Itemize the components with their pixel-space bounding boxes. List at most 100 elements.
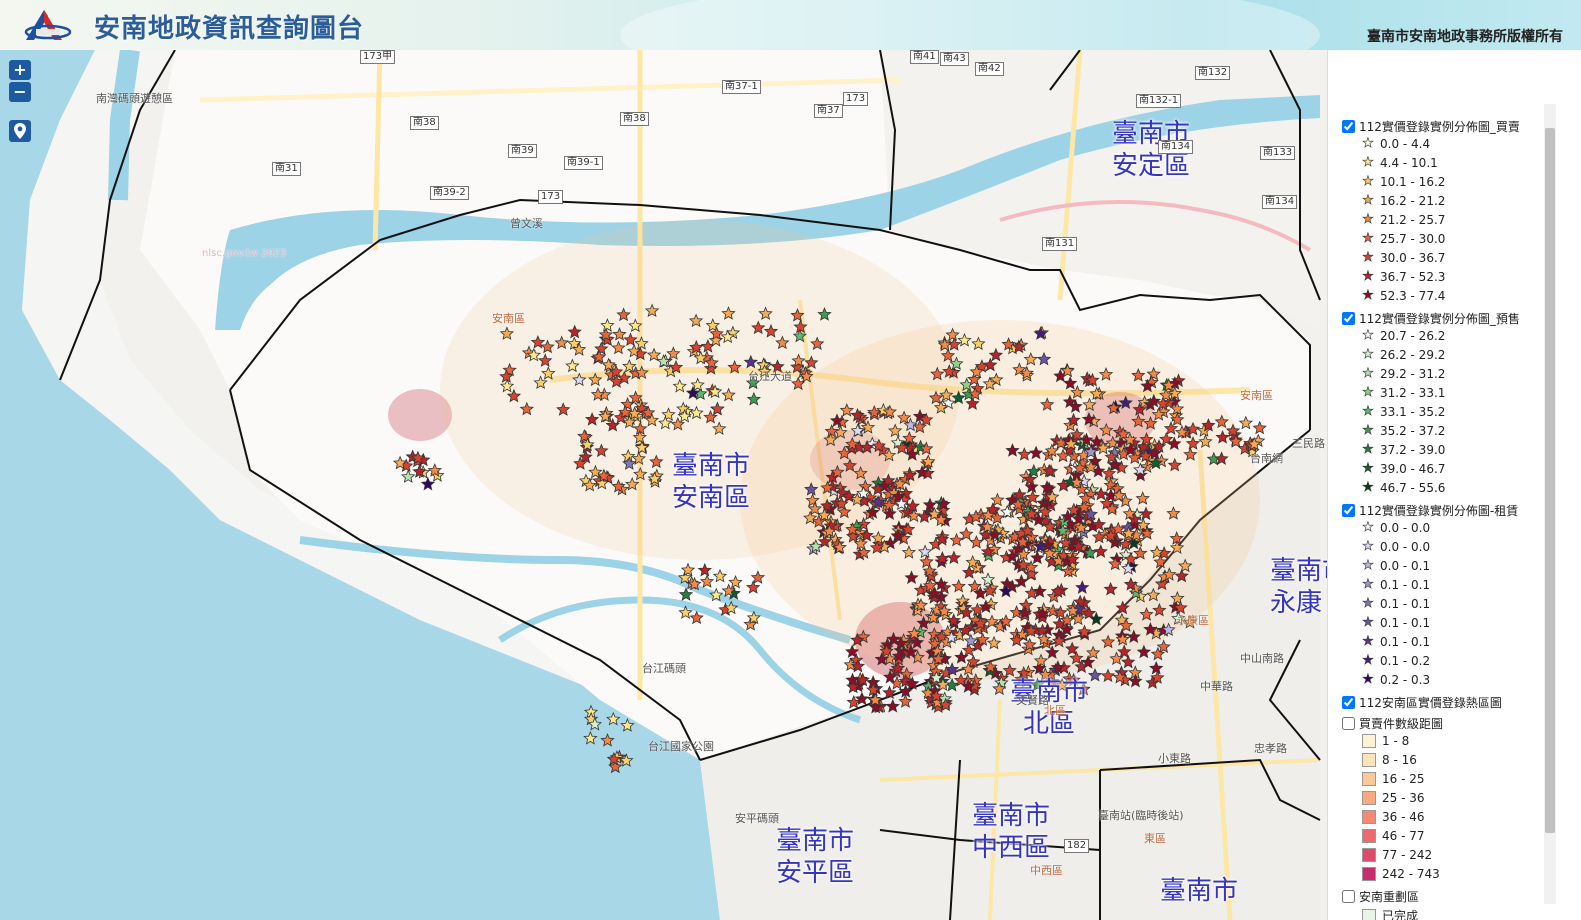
place-label: 臺南站(臨時後站) [1098,809,1184,822]
star-icon: ★ [1362,539,1374,554]
color-swatch [1362,810,1376,824]
star-icon: ★ [1362,634,1374,649]
legend-item-label: 29.2 - 31.2 [1380,367,1446,381]
layer-checkbox[interactable] [1342,504,1355,517]
star-icon: ★ [1362,269,1374,284]
layer-checkbox[interactable] [1342,696,1355,709]
road-label: 173 [538,190,564,204]
color-swatch [1362,753,1376,767]
layer-checkbox[interactable] [1342,890,1355,903]
star-icon: ★ [1362,366,1374,381]
star-icon: ★ [1362,193,1374,208]
road-label: 南39 [508,144,537,158]
layer-title: 112實價登錄實例分佈圖_買賣 [1359,120,1520,134]
place-label: 安南區 [492,312,525,325]
place-label: 文賢路 [1016,694,1049,707]
place-label: 南灣碼頭遊憩區 [96,92,173,105]
legend-item-label: 33.1 - 35.2 [1380,405,1446,419]
star-icon: ★ [1362,404,1374,419]
legend-item-label: 36 - 46 [1382,810,1425,824]
road-label: 南132-1 [1136,94,1182,108]
star-icon: ★ [1362,558,1374,573]
legend-item: ★ 20.7 - 26.2 [1362,329,1446,343]
legend-item-label: 39.0 - 46.7 [1380,462,1446,476]
legend-item: 已完成 [1362,907,1418,920]
district-label-anping: 臺南市 安平區 [776,826,855,888]
legend-item: ★ 0.0 - 0.0 [1362,521,1430,535]
road-label: 南38 [410,116,439,130]
legend-item: ★ 46.7 - 55.6 [1362,481,1446,495]
legend-item: 1 - 8 [1362,734,1409,748]
star-icon: ★ [1362,288,1374,303]
road-label: 南134 [1158,140,1194,154]
legend-layer-toggle[interactable]: 112安南區實價登錄熱區圖 [1342,694,1502,711]
legend-item: ★ 39.0 - 46.7 [1362,462,1446,476]
layer-title: 112安南區實價登錄熱區圖 [1359,696,1502,710]
layer-checkbox[interactable] [1342,120,1355,133]
layer-checkbox[interactable] [1342,312,1355,325]
legend-item: ★ 0.2 - 0.3 [1362,673,1430,687]
legend-item-label: 0.1 - 0.1 [1380,578,1431,592]
place-label: 小東路 [1158,752,1191,765]
land-office-logo-icon [24,10,72,40]
zoom-out-button[interactable]: − [9,82,31,102]
legend-item: ★ 16.2 - 21.2 [1362,193,1446,208]
legend-item-label: 26.2 - 29.2 [1380,348,1446,362]
place-label: 東區 [1144,832,1166,845]
legend-item-label: 0.2 - 0.3 [1380,673,1431,687]
legend-item-label: 16 - 25 [1382,772,1425,786]
color-swatch [1362,867,1376,881]
copyright-text: 臺南市安南地政事務所版權所有 [1367,29,1563,45]
road-label: 南131 [1042,237,1078,251]
place-label: 忠孝路 [1254,742,1287,755]
color-swatch [1362,908,1376,920]
road-label: 南39-2 [430,186,469,200]
legend-item-label: 10.1 - 16.2 [1380,175,1446,189]
legend-layer-toggle[interactable]: 112實價登錄實例分佈圖_預售 [1342,310,1520,327]
road-label: 南38 [620,112,649,126]
legend-panel: 112實價登錄實例分佈圖_買賣 ★ 0.0 - 4.4 ★ 4.4 - 10.1 ★ 10.… [1327,50,1581,920]
legend-item-label: 37.2 - 39.0 [1380,443,1446,457]
layer-checkbox[interactable] [1342,717,1355,730]
legend-item-label: 46.7 - 55.6 [1380,481,1446,495]
legend-item-label: 36.7 - 52.3 [1380,270,1446,284]
legend-item-label: 0.1 - 0.1 [1380,635,1431,649]
legend-layer-toggle[interactable]: 買賣件數級距圖 [1342,715,1443,732]
legend-item-label: 已完成 [1382,909,1419,920]
legend-item-label: 35.2 - 37.2 [1380,424,1446,438]
zoom-in-button[interactable]: + [9,60,31,80]
legend-scrollbar-thumb[interactable] [1545,128,1555,833]
location-pin-icon[interactable] [9,120,31,142]
place-label: 中西區 [1030,864,1063,877]
legend-item: ★ 0.0 - 4.4 [1362,137,1430,151]
legend-item-label: 20.7 - 26.2 [1380,329,1446,343]
road-label: 南31 [272,162,301,176]
header-decoration [620,0,1320,50]
road-label: 182 [1064,839,1090,853]
legend-layer-toggle[interactable]: 安南重劃區 [1342,888,1419,905]
legend-item: ★ 21.2 - 25.7 [1362,213,1446,227]
legend-layer-toggle[interactable]: 112實價登錄實例分佈圖-租賃 [1342,502,1518,519]
legend-layer-toggle[interactable]: 112實價登錄實例分佈圖_買賣 [1342,118,1520,135]
color-swatch [1362,772,1376,786]
place-label: 台江國家公園 [648,740,714,753]
legend-item: ★ 10.1 - 16.2 [1362,175,1446,189]
legend-item-label: 0.0 - 0.0 [1380,540,1431,554]
legend-item-label: 52.3 - 77.4 [1380,289,1446,303]
legend-item: ★ 0.1 - 0.1 [1362,616,1430,630]
legend-item-label: 8 - 16 [1382,753,1417,767]
legend-item: ★ 52.3 - 77.4 [1362,288,1446,303]
place-label: 中山南路 [1240,652,1284,665]
legend-item: ★ 30.0 - 36.7 [1362,251,1446,265]
place-label: 曾文溪 [510,217,543,230]
district-label-annan: 臺南市 安南區 [672,451,751,513]
place-label: 安南區 [1240,389,1273,402]
legend-item: ★ 0.0 - 0.1 [1362,559,1430,573]
road-label: 173 [843,92,869,106]
legend-item-label: 77 - 242 [1382,848,1433,862]
road-label: 南39-1 [564,156,603,170]
layer-title: 112實價登錄實例分佈圖_預售 [1359,312,1520,326]
legend-item: 16 - 25 [1362,772,1425,786]
legend-item-label: 0.1 - 0.1 [1380,597,1431,611]
legend-item-label: 0.0 - 0.0 [1380,521,1431,535]
